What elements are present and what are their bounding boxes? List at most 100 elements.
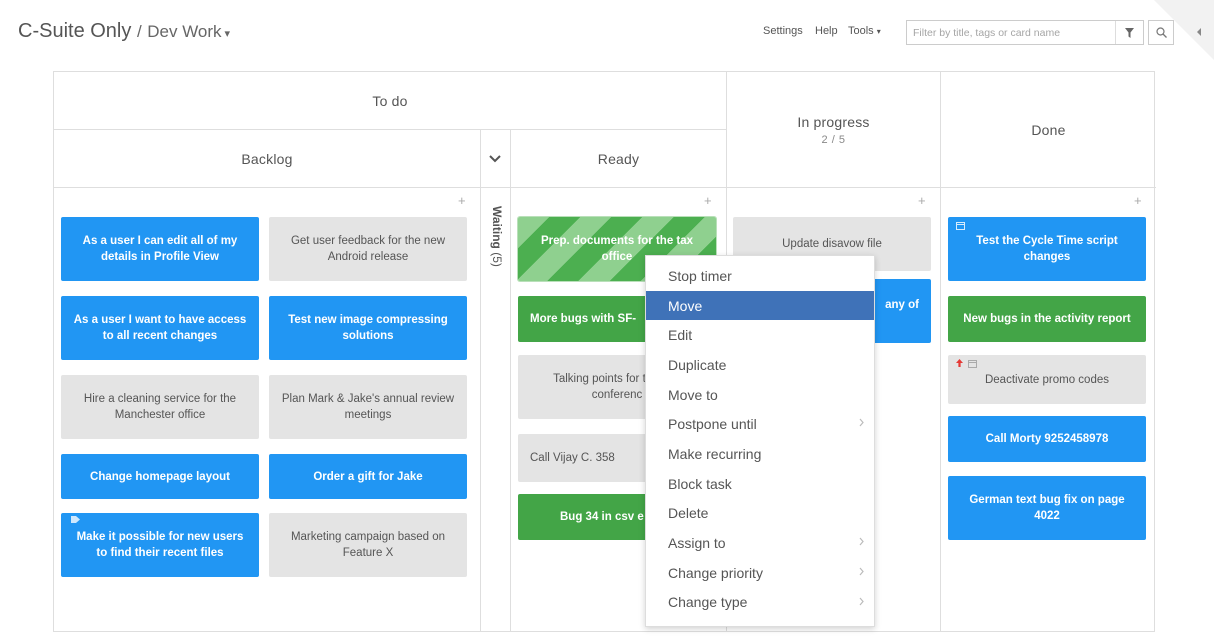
menu-item-label: Duplicate — [668, 356, 727, 373]
menu-item-label: Make recurring — [668, 445, 762, 462]
card-title: Test new image compressing solutions — [288, 314, 448, 342]
card-title: any of — [885, 299, 919, 311]
card[interactable]: Test new image compressing solutions — [269, 296, 467, 360]
card-title: As a user I want to have access to all r… — [73, 314, 247, 342]
card[interactable]: Hire a cleaning service for the Manchest… — [61, 375, 259, 439]
card[interactable]: As a user I can edit all of my details i… — [61, 217, 259, 281]
add-card-button-backlog[interactable]: + — [458, 193, 466, 208]
wip-limit: 2 / 5 — [821, 133, 846, 146]
menu-item-change-type[interactable]: Change type — [646, 588, 874, 618]
menu-item-assign-to[interactable]: Assign to — [646, 528, 874, 558]
card[interactable]: Order a gift for Jake — [269, 454, 467, 499]
calendar-icon — [956, 222, 965, 230]
tag-icon — [71, 516, 80, 523]
chevron-down-icon — [489, 154, 501, 162]
card-title: Marketing campaign based on Feature X — [290, 531, 446, 559]
filter-button[interactable] — [1115, 21, 1143, 44]
card[interactable]: New bugs in the activity report — [948, 296, 1146, 342]
card-title: Order a gift for Jake — [313, 470, 423, 483]
card[interactable]: As a user I want to have access to all r… — [61, 296, 259, 360]
divider-line — [480, 129, 481, 631]
settings-link[interactable]: Settings — [763, 25, 803, 37]
filter-icon — [1125, 27, 1134, 38]
column-title: In progress — [797, 113, 870, 130]
top-bar: C-Suite Only / Dev Work ▾ Settings Help T… — [0, 0, 1214, 60]
add-card-button-inprogress[interactable]: + — [918, 193, 926, 208]
search-box — [906, 20, 1144, 45]
add-card-button-ready[interactable]: + — [704, 193, 712, 208]
card[interactable]: Plan Mark & Jake's annual review meeting… — [269, 375, 467, 439]
column-header-todo: To do — [54, 72, 726, 129]
card-title: Call Morty 9252458978 — [985, 433, 1109, 445]
card[interactable]: Deactivate promo codes — [948, 355, 1146, 404]
menu-item-label: Move to — [668, 386, 718, 403]
menu-item-change-priority[interactable]: Change priority — [646, 558, 874, 588]
card-title: Change homepage layout — [90, 470, 230, 483]
menu-item-label: Move — [668, 297, 703, 314]
breadcrumb-separator: / — [136, 22, 142, 41]
caret-down-icon: ▾ — [224, 28, 231, 40]
column-header-ready: Ready — [511, 130, 726, 187]
card[interactable]: Change homepage layout — [61, 454, 259, 499]
menu-item-label: Block task — [668, 475, 732, 492]
card-title: Get user feedback for the new Android re… — [290, 235, 446, 263]
menu-item-move[interactable]: Move — [646, 290, 874, 321]
menu-item-label: Edit — [668, 327, 693, 344]
card-title: Update disavow file — [782, 238, 882, 250]
card[interactable]: Get user feedback for the new Android re… — [269, 217, 467, 281]
workspace-link[interactable]: C-Suite Only — [18, 20, 131, 42]
card-title: Test the Cycle Time script changes — [976, 235, 1118, 263]
card[interactable]: Make it possible for new users to find t… — [61, 513, 259, 577]
column-header-inprogress: In progress 2 / 5 — [727, 72, 940, 187]
card-title: Plan Mark & Jake's annual review meeting… — [281, 393, 455, 421]
card[interactable]: Test the Cycle Time script changes — [948, 217, 1146, 281]
arrow-up-icon — [956, 359, 963, 367]
add-card-button-done[interactable]: + — [1134, 193, 1142, 208]
card-title: Call Vijay C. 358 — [530, 452, 615, 464]
card-title: Bug 34 in csv e — [560, 511, 644, 523]
waiting-lane[interactable]: Waiting (5) — [484, 206, 506, 306]
chevron-left-icon — [1197, 28, 1201, 36]
divider-line — [54, 187, 1156, 188]
menu-item-label: Change type — [668, 594, 748, 611]
help-link[interactable]: Help — [815, 25, 838, 37]
menu-item-stop-timer[interactable]: Stop timer — [646, 261, 874, 291]
tools-menu[interactable]: Tools ▾ — [848, 25, 881, 37]
card-context-menu: Stop timer Move Edit Duplicate Move to P… — [645, 255, 875, 627]
waiting-count: (5) — [490, 252, 504, 267]
waiting-title: Waiting — [490, 206, 504, 249]
card[interactable]: Call Morty 9252458978 — [948, 416, 1146, 462]
collapse-waiting-button[interactable] — [480, 131, 510, 186]
search-input[interactable] — [907, 21, 1107, 44]
panel-toggle-button[interactable] — [1184, 19, 1214, 45]
board-name: Dev Work — [147, 22, 222, 41]
card-title: Make it possible for new users to find t… — [76, 531, 244, 559]
menu-item-block-task[interactable]: Block task — [646, 469, 874, 499]
menu-item-move-to[interactable]: Move to — [646, 380, 874, 410]
calendar-icon — [968, 360, 977, 368]
column-title: Done — [1031, 121, 1066, 138]
menu-item-label: Delete — [668, 505, 709, 522]
menu-item-label: Assign to — [668, 535, 726, 552]
menu-item-label: Change priority — [668, 564, 763, 581]
caret-down-icon: ▾ — [876, 27, 881, 36]
column-header-done: Done — [941, 72, 1156, 187]
menu-item-edit[interactable]: Edit — [646, 320, 874, 350]
chevron-right-icon — [859, 597, 864, 605]
menu-item-duplicate[interactable]: Duplicate — [646, 350, 874, 380]
card-title: More bugs with SF- — [530, 313, 637, 325]
card-title: German text bug fix on page 4022 — [969, 494, 1125, 522]
column-title: To do — [372, 92, 408, 109]
divider-line — [510, 129, 511, 631]
breadcrumb: C-Suite Only / Dev Work ▾ — [18, 20, 230, 43]
search-icon — [1155, 27, 1167, 38]
search-button[interactable] — [1148, 20, 1174, 45]
board-switcher[interactable]: Dev Work ▾ — [147, 22, 230, 41]
card[interactable]: German text bug fix on page 4022 — [948, 476, 1146, 540]
card-title: Deactivate promo codes — [984, 373, 1109, 386]
menu-item-make-recurring[interactable]: Make recurring — [646, 439, 874, 469]
menu-item-delete[interactable]: Delete — [646, 499, 874, 529]
menu-item-postpone-until[interactable]: Postpone until — [646, 409, 874, 439]
card[interactable]: Marketing campaign based on Feature X — [269, 513, 467, 577]
column-header-backlog: Backlog — [54, 130, 480, 187]
